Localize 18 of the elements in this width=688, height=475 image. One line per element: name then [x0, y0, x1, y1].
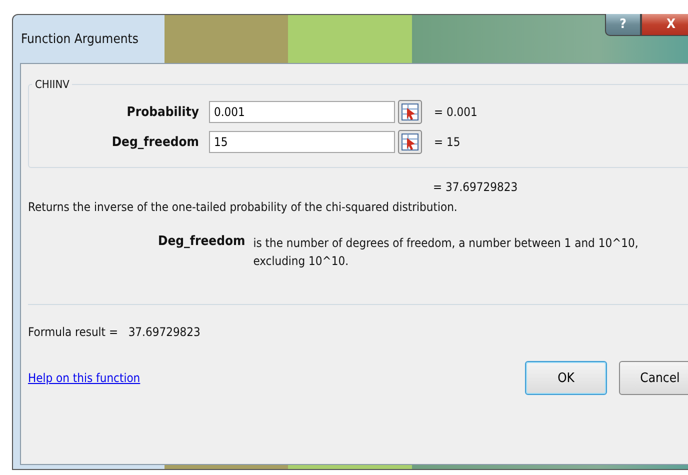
function-name: CHIINV — [34, 78, 70, 91]
argument-field[interactable]: 15 — [209, 131, 395, 153]
argument-result: = 15 — [434, 135, 460, 149]
argument-result: = 0.001 — [434, 105, 478, 119]
argument-label: Probability — [126, 104, 200, 120]
ok-button[interactable]: OK — [525, 361, 607, 395]
cancel-button[interactable]: Cancel — [619, 361, 688, 395]
argument-help-name: Deg_freedom — [158, 234, 246, 251]
function-description: Returns the inverse of the one-tailed probability of the chi-squared distribution. — [28, 200, 458, 214]
argument-help-text: is the number of degrees of freedom, a number between 1 and 10^10, excluding 10^10. — [253, 235, 640, 270]
argument-label: Deg_freedom — [110, 134, 200, 150]
grid-picker-icon[interactable] — [398, 100, 422, 124]
function-result: = 37.69729823 — [433, 180, 519, 194]
close-button[interactable]: X — [641, 14, 688, 36]
formula-result: Formula result = 37.69729823 — [28, 325, 202, 339]
argument-field[interactable]: 0.001 — [209, 101, 395, 123]
grid-picker-icon[interactable] — [398, 130, 422, 154]
help-link[interactable]: Help on this function — [28, 371, 140, 385]
